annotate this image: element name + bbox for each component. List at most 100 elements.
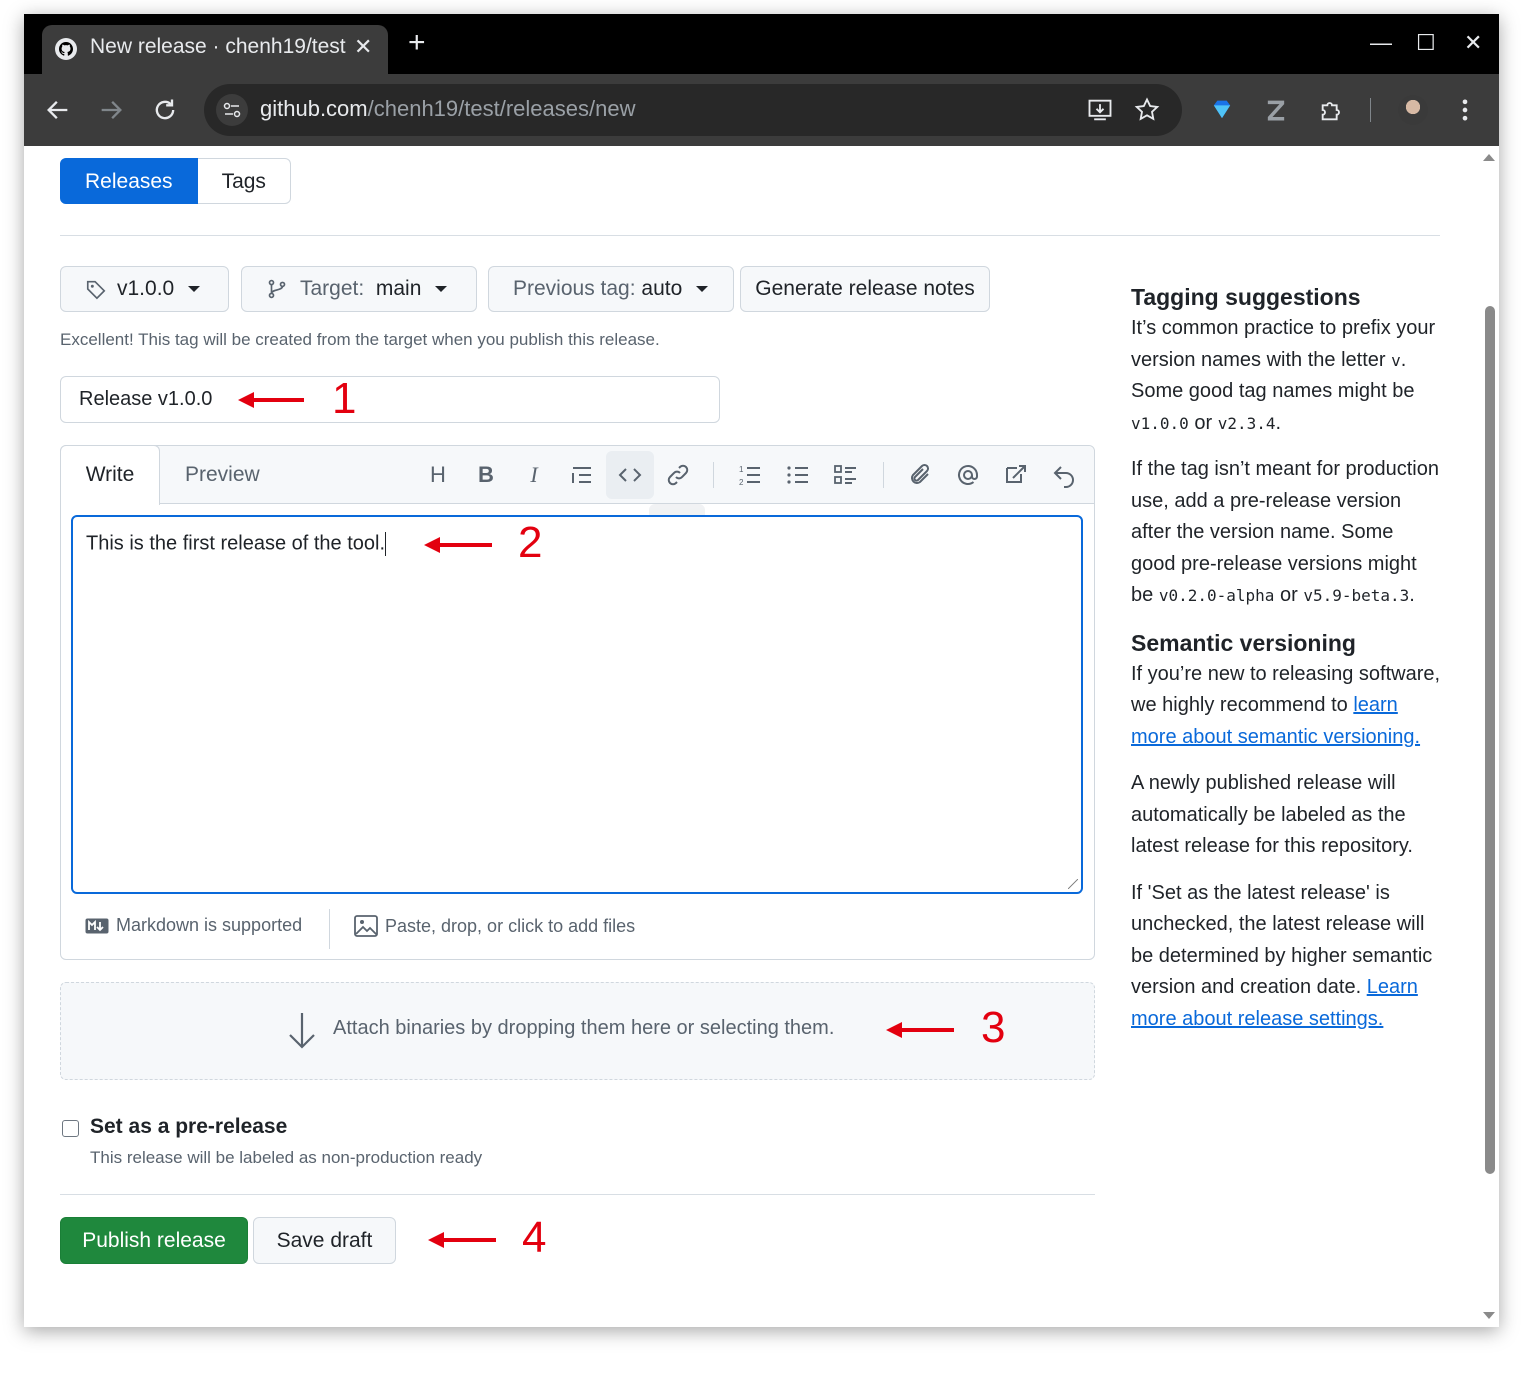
semantic-versioning-heading: Semantic versioning xyxy=(1131,629,1356,656)
annotation-arrow xyxy=(238,392,304,408)
semver-paragraph-1: If you’re new to releasing software, we … xyxy=(1131,662,1441,748)
scroll-up-icon[interactable] xyxy=(1483,154,1495,161)
toolbar-separator xyxy=(713,462,714,488)
maximize-icon[interactable]: ☐ xyxy=(1416,30,1436,56)
profile-avatar[interactable] xyxy=(1398,95,1428,125)
scrollbar-thumb[interactable] xyxy=(1485,306,1495,1174)
resize-handle[interactable] xyxy=(1068,879,1078,889)
ordered-list-icon[interactable]: 1 2 xyxy=(733,458,767,492)
unordered-list-icon[interactable] xyxy=(781,458,815,492)
svg-text:1: 1 xyxy=(739,465,744,474)
prerelease-label[interactable]: Set as a pre-release xyxy=(90,1115,287,1139)
zotero-extension-icon[interactable] xyxy=(1262,96,1290,124)
divider xyxy=(60,235,1440,236)
markdown-supported-note[interactable]: Markdown is supported xyxy=(85,915,302,936)
caret-down-icon xyxy=(435,286,448,293)
github-icon xyxy=(55,38,77,60)
preview-tab[interactable]: Preview xyxy=(185,446,260,504)
arrow-down-icon xyxy=(289,1013,315,1049)
publish-release-button[interactable]: Publish release xyxy=(60,1217,248,1264)
releases-tab[interactable]: Releases xyxy=(60,158,198,204)
save-draft-button[interactable]: Save draft xyxy=(253,1217,396,1264)
annotation-arrow xyxy=(428,1232,496,1248)
browser-toolbar: github.com/chenh19/test/releases/new xyxy=(24,74,1499,146)
install-app-icon[interactable] xyxy=(1086,96,1114,124)
tags-tab[interactable]: Tags xyxy=(197,158,291,204)
page-content: Releases Tags v1.0.0 Target: main Previo… xyxy=(24,146,1499,1327)
tagging-sidebar: Tagging suggestions It’s common practice… xyxy=(1131,281,1443,1050)
close-tab-icon[interactable]: ✕ xyxy=(354,34,372,60)
minimize-icon[interactable]: — xyxy=(1370,30,1392,56)
tag-icon xyxy=(86,281,106,300)
bookmark-star-icon[interactable] xyxy=(1133,96,1161,124)
extensions-puzzle-icon[interactable] xyxy=(1318,96,1346,124)
semver-paragraph-2: A newly published release will automatic… xyxy=(1131,772,1413,857)
release-title-input[interactable]: Release v1.0.0 xyxy=(60,376,720,423)
toolbar-separator xyxy=(883,462,884,488)
choose-tag-button[interactable]: v1.0.0 xyxy=(60,266,229,312)
menu-kebab-icon[interactable] xyxy=(1451,96,1479,124)
footer-separator xyxy=(329,909,330,949)
editor-footer: Markdown is supported Paste, drop, or cl… xyxy=(61,901,1094,959)
tag-hint-text: Excellent! This tag will be created from… xyxy=(60,330,660,349)
toolbar-divider xyxy=(1370,98,1371,122)
italic-icon[interactable]: I xyxy=(517,458,551,492)
forward-icon[interactable] xyxy=(97,96,125,124)
tagging-suggestions-heading: Tagging suggestions xyxy=(1131,284,1361,310)
previous-tag-value: auto xyxy=(641,277,683,300)
annotation-number: 3 xyxy=(981,1003,1006,1052)
browser-tab[interactable]: New release · chenh19/test ✕ xyxy=(42,25,388,74)
releases-subnav: Releases Tags xyxy=(60,158,291,204)
caret-down-icon xyxy=(696,286,709,293)
target-label: Target: xyxy=(300,277,365,300)
address-bar[interactable]: github.com/chenh19/test/releases/new xyxy=(204,84,1182,136)
close-window-icon[interactable]: ✕ xyxy=(1464,30,1482,56)
previous-tag-button[interactable]: Previous tag: auto xyxy=(488,266,734,312)
semver-paragraph-3: If 'Set as the latest release' is unchec… xyxy=(1131,881,1433,1030)
page-scrollbar[interactable] xyxy=(1479,146,1499,1327)
annotation-arrow xyxy=(424,537,492,553)
generate-release-notes-button[interactable]: Generate release notes xyxy=(740,266,990,312)
target-value: main xyxy=(375,277,422,300)
mention-icon[interactable] xyxy=(951,458,985,492)
divider xyxy=(60,1194,1095,1195)
prerelease-checkbox[interactable] xyxy=(62,1120,79,1137)
back-icon[interactable] xyxy=(44,96,72,124)
heading-icon[interactable]: H xyxy=(421,458,455,492)
tagging-paragraph-1: It’s common practice to prefix your vers… xyxy=(1131,317,1436,434)
tag-value: v1.0.0 xyxy=(117,277,175,300)
svg-text:2: 2 xyxy=(739,478,744,487)
release-body-textarea[interactable]: This is the first release of the tool. xyxy=(71,515,1083,894)
write-tab[interactable]: Write xyxy=(60,445,160,505)
scroll-down-icon[interactable] xyxy=(1483,1312,1495,1319)
target-branch-button[interactable]: Target: main xyxy=(241,266,477,312)
image-icon xyxy=(354,915,378,937)
text-cursor xyxy=(385,532,387,556)
reload-icon[interactable] xyxy=(151,96,179,124)
add-files-button[interactable]: Paste, drop, or click to add files xyxy=(354,915,635,937)
caret-down-icon xyxy=(188,286,201,293)
release-notes-editor: Write Preview H B I 1 2 This is the firs… xyxy=(60,445,1095,960)
editor-header: Write Preview H B I 1 2 xyxy=(60,445,1094,505)
tab-title: New release · chenh19/test xyxy=(90,35,346,58)
branch-icon xyxy=(268,280,286,299)
browser-window: New release · chenh19/test ✕ + — ☐ ✕ git… xyxy=(24,14,1499,1327)
cross-reference-icon[interactable] xyxy=(999,458,1033,492)
task-list-icon[interactable] xyxy=(829,458,863,492)
release-body-text: This is the first release of the tool. xyxy=(86,532,386,555)
attach-paperclip-icon[interactable] xyxy=(903,458,937,492)
prerelease-description: This release will be labeled as non-prod… xyxy=(90,1148,483,1167)
markdown-icon xyxy=(85,918,109,933)
url-text: github.com/chenh19/test/releases/new xyxy=(260,96,636,121)
link-icon[interactable] xyxy=(661,458,695,492)
previous-tag-label: Previous tag: xyxy=(513,277,636,300)
code-icon[interactable] xyxy=(606,451,654,499)
undo-icon[interactable] xyxy=(1047,458,1081,492)
new-tab-icon[interactable]: + xyxy=(408,28,426,58)
title-bar: New release · chenh19/test ✕ + — ☐ ✕ xyxy=(24,14,1499,74)
annotation-number: 1 xyxy=(332,374,357,423)
quote-icon[interactable] xyxy=(565,458,599,492)
site-info-icon[interactable] xyxy=(216,94,248,126)
diamond-extension-icon[interactable] xyxy=(1208,96,1236,124)
bold-icon[interactable]: B xyxy=(469,458,503,492)
